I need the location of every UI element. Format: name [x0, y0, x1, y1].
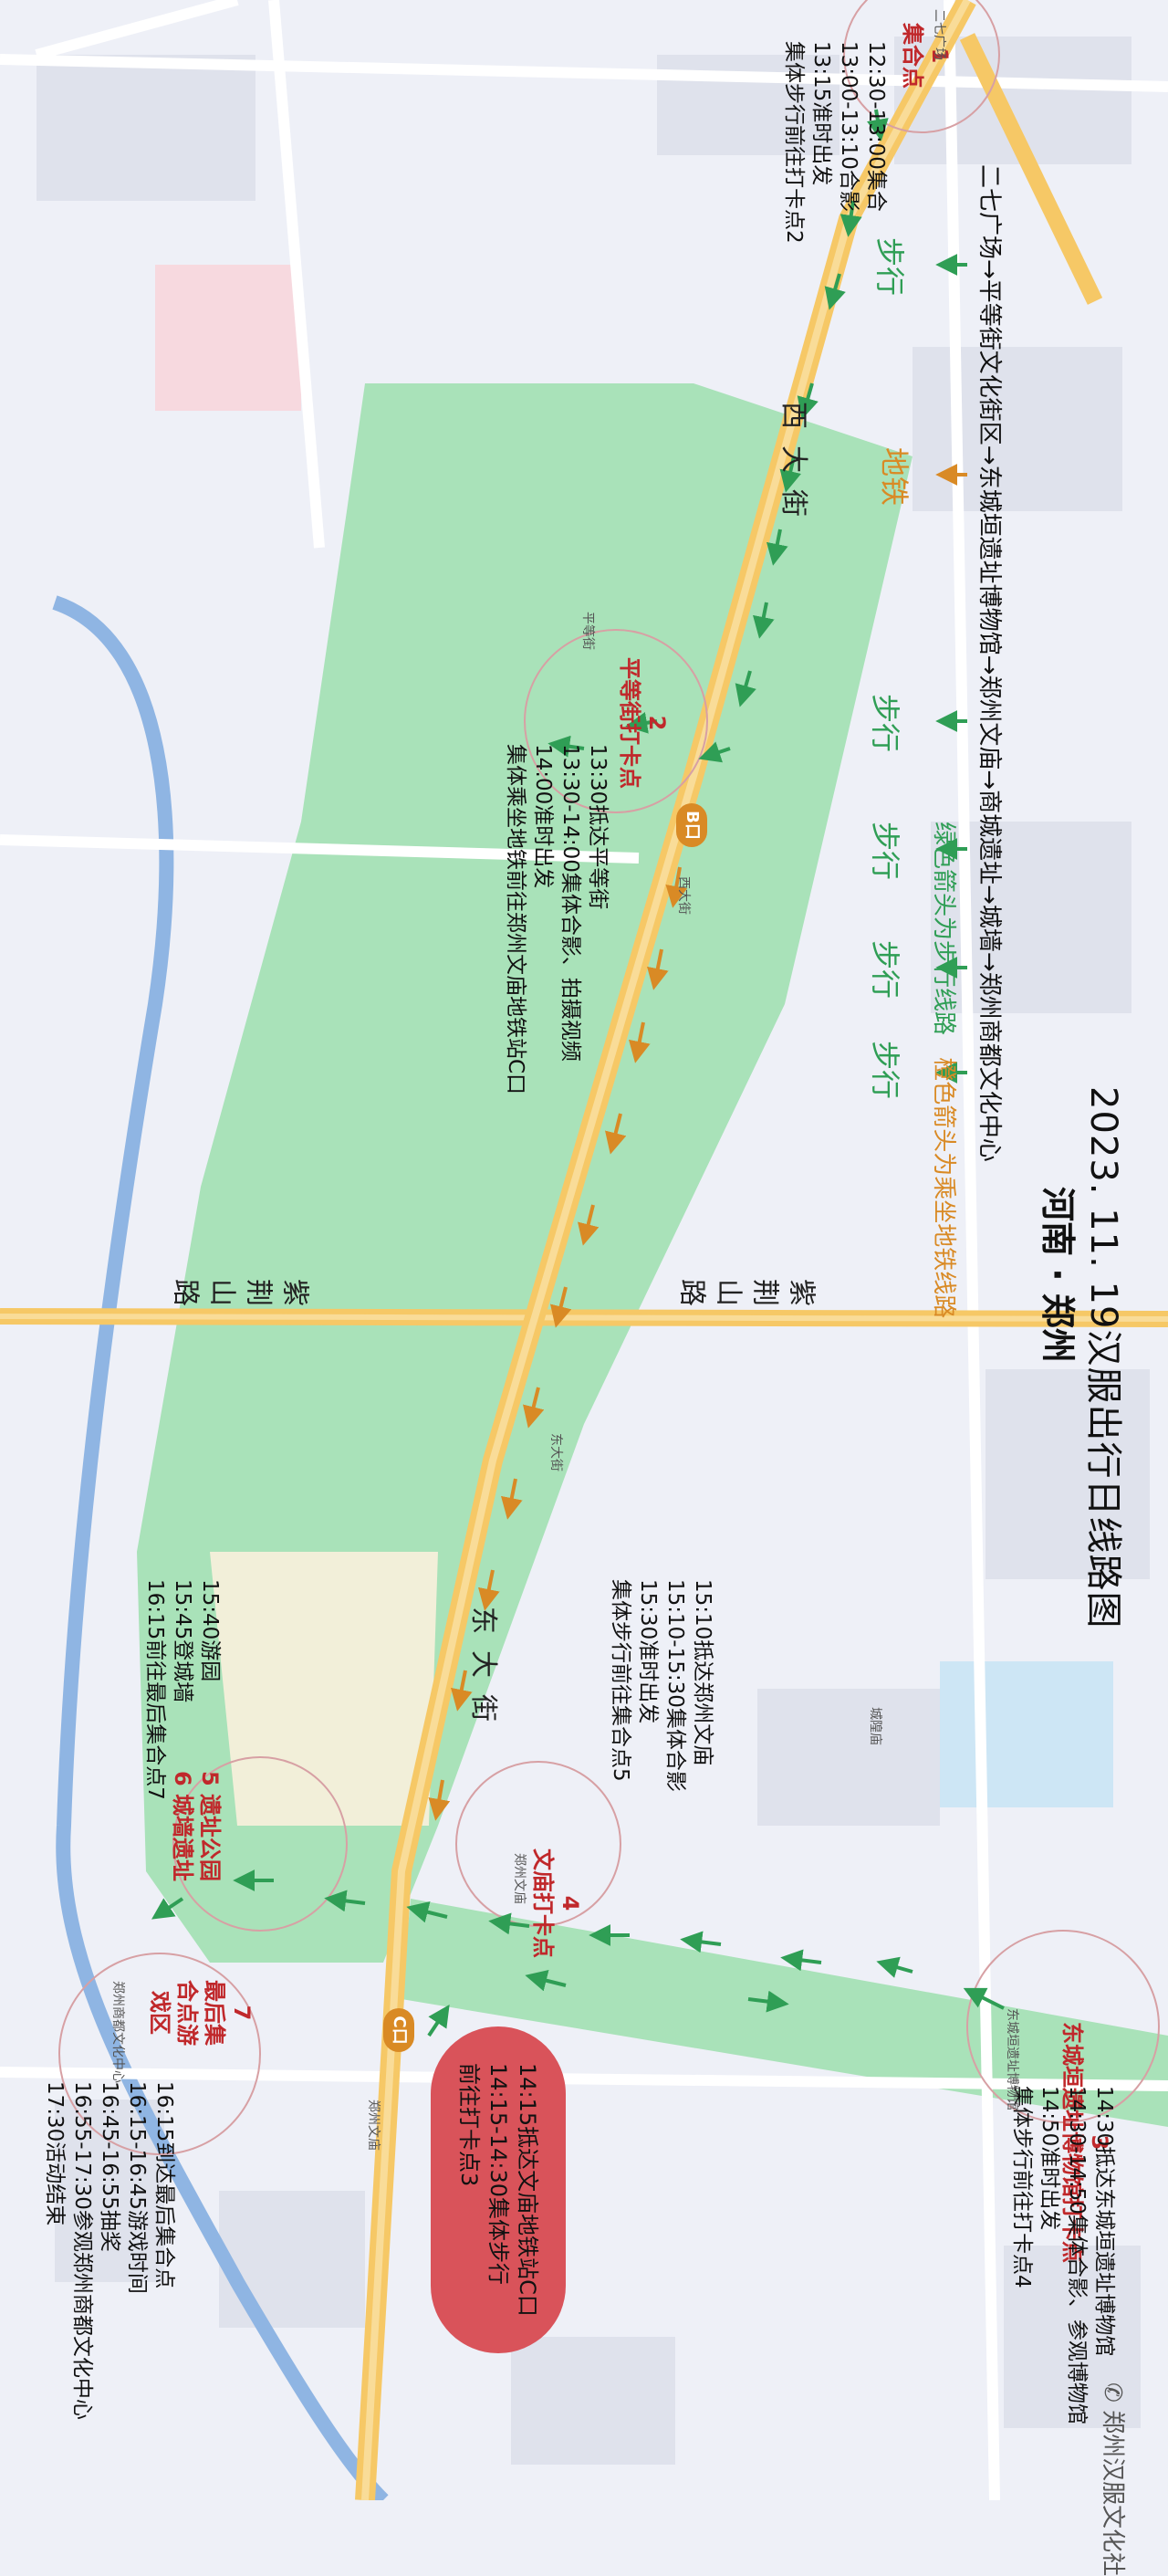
checkpoint-2-number: 2	[644, 715, 670, 731]
legend: 绿色箭头为步行线路 橙色箭头为乘坐地铁线路	[929, 822, 963, 1318]
walk-label: 步行	[872, 237, 907, 297]
schedule-line: 集体步行前往打卡点4	[1010, 2086, 1034, 2288]
poi-pingdengjie: 平等街	[580, 612, 595, 650]
checkpoint-1-name: 集合点	[900, 23, 925, 89]
poi-shangdu: 郑州商都文化中心	[110, 1981, 125, 2083]
legend-walk: 绿色箭头为步行线路	[930, 822, 957, 1036]
checkpoint-4-label: 4 文庙打卡点	[529, 1848, 584, 1958]
schedule-line: 15:30准时出发	[636, 1579, 660, 1724]
checkpoint-1-schedule: 12:30-13:00集合 13:00-13:10合影 13:15准时出发 集体…	[780, 41, 890, 244]
page-subtitle: 河南 · 郑州	[1038, 1187, 1078, 1363]
bubble-line: 前往打卡点3	[456, 2063, 482, 2187]
poi-erqi-station: 二七广场	[932, 9, 946, 60]
schedule-line: 16:45-16:55抽奖	[98, 2081, 121, 2252]
road-label-zijingshan-west: 紫荆山路	[164, 1273, 310, 1305]
schedule-line: 集体乘坐地铁前往郑州文庙地铁站C口	[504, 744, 527, 1095]
checkpoint-6-name: 6 城墙遗址	[170, 1771, 195, 1882]
metro-arrival-bubble: 14:15抵达文庙地铁站C口 14:15-14:30集体步行 前往打卡点3	[431, 2026, 566, 2353]
schedule-line: 14:30-14:50集体合影、参观博物馆	[1065, 2086, 1089, 2424]
metro-mode-label: 地铁	[877, 447, 912, 507]
schedule-line: 13:15准时出发	[809, 41, 833, 186]
checkpoint-2-name: 平等街打卡点	[617, 657, 642, 789]
schedule-line: 集体步行前往集合点5	[609, 1579, 632, 1782]
checkpoint-2-label: 2 平等街打卡点	[616, 657, 671, 789]
poi-wenmiao: 郑州文庙	[512, 1853, 527, 1904]
schedule-line: 13:30-14:00集体合影、拍摄视频	[558, 744, 582, 1062]
schedule-line: 16:15前往最后集合点7	[143, 1579, 167, 1800]
schedule-line: 12:30-13:00集合	[864, 41, 888, 212]
schedule-line: 16:15到达最后集合点	[152, 2081, 176, 2289]
road-label-xidajie: 西大街	[777, 402, 809, 533]
checkpoint-5-title: 遗址公园	[197, 1794, 223, 1882]
schedule-line: 16:15-16:45游戏时间	[125, 2081, 149, 2294]
schedule-line: 13:00-13:10合影	[837, 41, 860, 212]
poster-text-layer: 2023. 11. 19汉服出行日线路图 河南 · 郑州 二七广场→平等街文化街…	[0, 0, 1168, 2576]
checkpoint-7-label: 7 最后集合点游戏区	[146, 1972, 256, 2054]
footer-logo-text: 郑州汉服文化社	[1099, 2410, 1126, 2576]
checkpoint-4-number: 4	[558, 1895, 583, 1911]
checkpoint-4-schedule: 15:10抵达郑州文庙 15:10-15:30集体合影 15:30准时出发 集体…	[607, 1579, 716, 1792]
checkpoint-5-name: 5 遗址公园	[197, 1771, 223, 1882]
poi-wenmiao-station: 郑州文庙	[366, 2100, 381, 2151]
schedule-line: 13:30抵达平等街	[586, 744, 610, 910]
footer-logo: ✆ 郑州汉服文化社	[1098, 2382, 1132, 2576]
wechat-icon: ✆	[1099, 2382, 1126, 2403]
poi-xidajie-station: 西大街	[676, 876, 691, 915]
checkpoint-2-schedule: 13:30抵达平等街 13:30-14:00集体合影、拍摄视频 14:00准时出…	[502, 744, 611, 1094]
checkpoint-4-name: 文庙打卡点	[530, 1848, 556, 1958]
metro-gate-b: B口	[676, 803, 707, 847]
bubble-line: 14:15-14:30集体步行	[485, 2063, 511, 2285]
schedule-line: 集体步行前往打卡点2	[782, 41, 806, 244]
legend-metro: 橙色箭头为乘坐地铁线路	[930, 1057, 957, 1319]
checkpoint-7-number: 7	[229, 2005, 255, 2021]
page-title: 2023. 11. 19汉服出行日线路图	[1082, 1086, 1124, 1629]
schedule-line: 15:10抵达郑州文庙	[691, 1579, 714, 1766]
schedule-line: 15:45登城墙	[171, 1579, 194, 1703]
schedule-line: 14:50准时出发	[1038, 2086, 1061, 2231]
checkpoint-3-schedule: 14:30抵达东城垣遗址博物馆 14:30-14:50集体合影、参观博物馆 14…	[1008, 2086, 1118, 2424]
bubble-line: 14:15抵达文庙地铁站C口	[515, 2063, 540, 2317]
road-label-zijingshan-east: 紫荆山路	[671, 1273, 817, 1305]
schedule-line: 14:00准时出发	[531, 744, 555, 889]
schedule-line: 14:30抵达东城垣遗址博物馆	[1092, 2086, 1116, 2357]
walk-label-3: 步行	[868, 822, 902, 881]
schedule-line: 16:55-17:30参观郑州商都文化中心	[70, 2081, 94, 2420]
walk-label-2: 步行	[868, 694, 902, 753]
walk-label-4: 步行	[868, 940, 902, 1000]
schedule-line: 15:10-15:30集体合影	[663, 1579, 687, 1792]
schedule-line: 15:40游园	[198, 1579, 222, 1682]
poi-dongdajie-station: 东大街	[548, 1433, 563, 1471]
poi-museum: 东城垣遗址博物馆	[1005, 2008, 1019, 2110]
route-summary: 二七广场→平等街文化街区→东城垣遗址博物馆→郑州文庙→商城遗址→城墙→郑州商都文…	[975, 164, 1003, 1162]
road-label-dongdajie: 东大街	[467, 1607, 499, 1738]
walk-label-5: 步行	[868, 1041, 902, 1100]
poi-chenghuang: 城隍庙	[868, 1707, 882, 1745]
checkpoint-7-name: 最后集合点游戏区	[147, 1980, 227, 2046]
schedule-line: 17:30活动结束	[43, 2081, 67, 2226]
metro-gate-c: C口	[383, 2008, 414, 2052]
checkpoint-7-schedule: 16:15到达最后集合点 16:15-16:45游戏时间 16:45-16:55…	[41, 2081, 178, 2420]
checkpoint-5-6-label: 5 遗址公园 6 城墙遗址	[169, 1771, 224, 1881]
checkpoint-5-schedule: 15:40游园 15:45登城墙 16:15前往最后集合点7	[141, 1579, 224, 1800]
checkpoint-6-title: 城墙遗址	[170, 1794, 195, 1882]
